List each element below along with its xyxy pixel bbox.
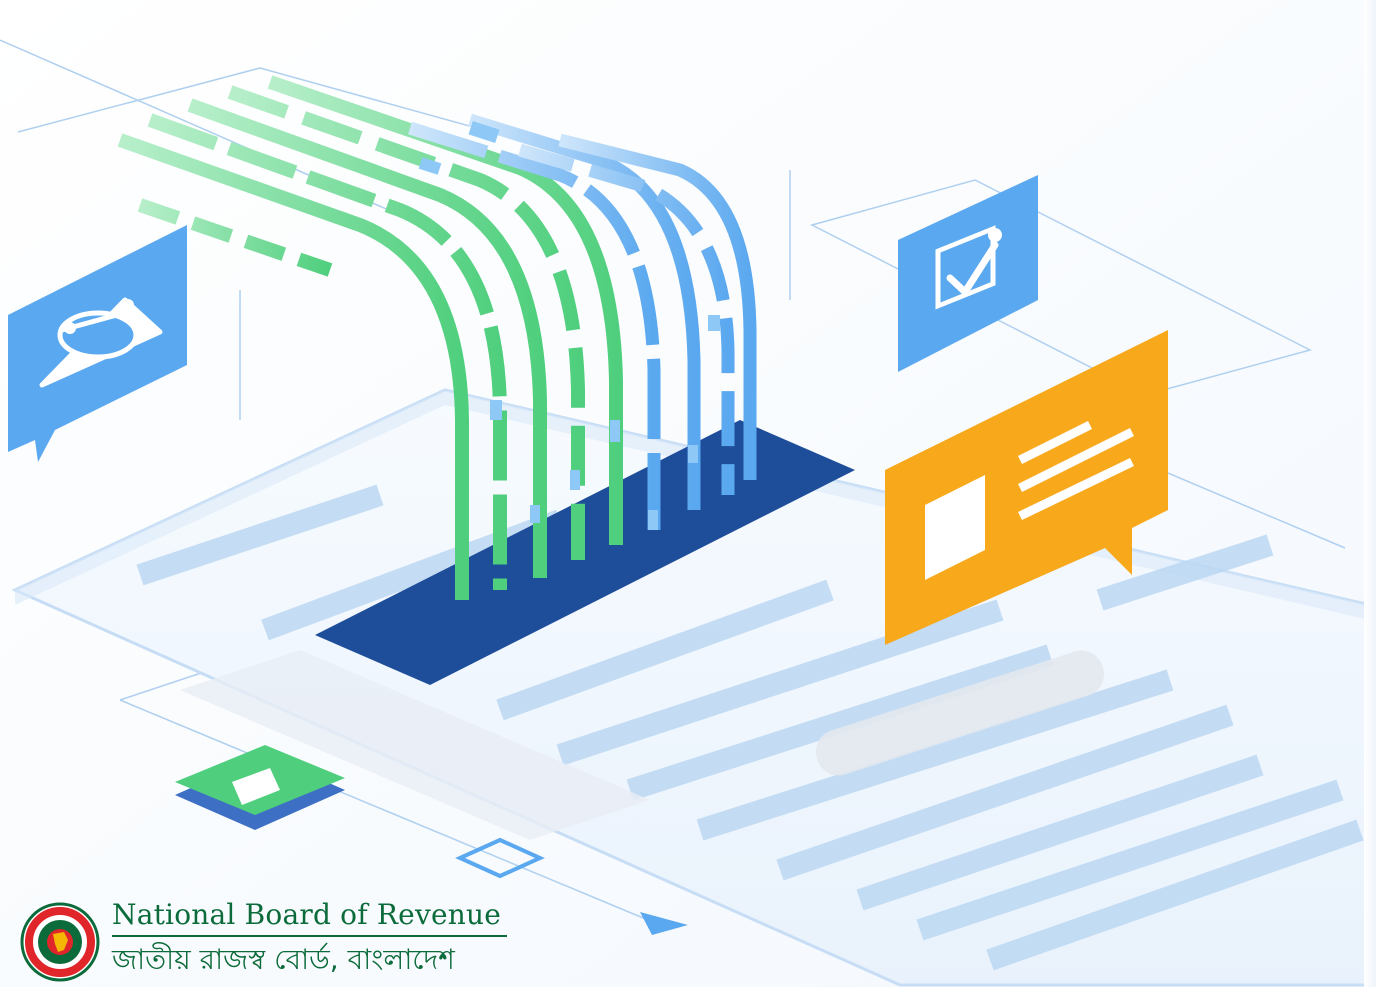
right-edge-shade <box>1364 0 1376 987</box>
org-name-bn: জাতীয় রাজস্ব বোর্ড, বাংলাদেশ <box>112 943 455 976</box>
org-name-divider <box>112 935 507 937</box>
org-name-en: National Board of Revenue <box>112 898 501 931</box>
illustration <box>0 0 1376 987</box>
government-seal-icon <box>20 902 100 982</box>
